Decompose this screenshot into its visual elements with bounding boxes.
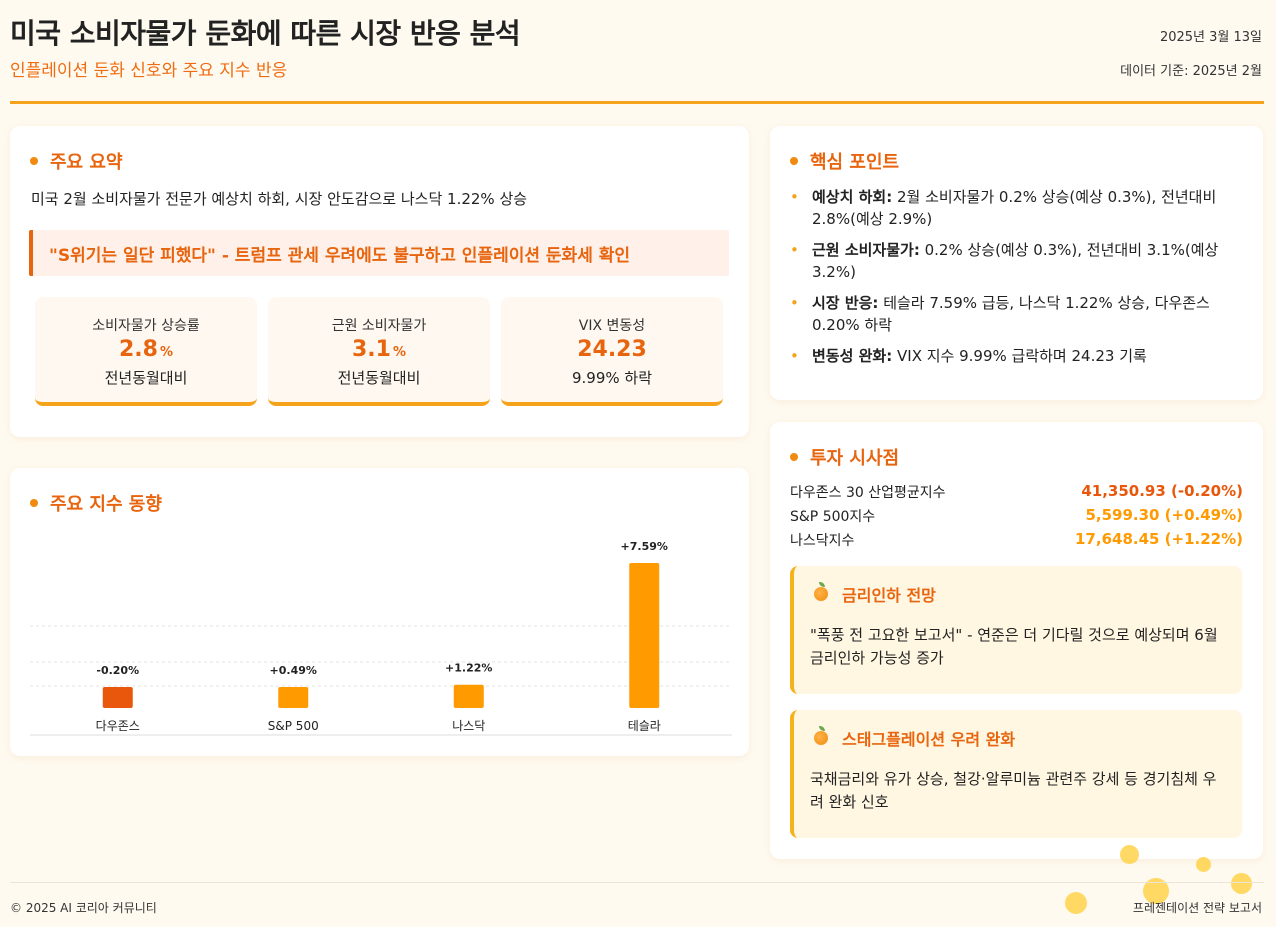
- summary-title: 주요 요약: [30, 148, 123, 174]
- bullet-dot-icon: [790, 453, 798, 461]
- footer-copyright: © 2025 AI 코리아 커뮤니티: [10, 901, 157, 915]
- decor-bubble: [1196, 857, 1211, 872]
- index-value: 41,350.93 (-0.20%): [1081, 482, 1243, 500]
- key-points-card: 핵심 포인트 • 예상치 하회: 2월 소비자물가 0.2% 상승(예상 0.3%…: [770, 126, 1263, 400]
- bullet-icon: •: [790, 294, 799, 312]
- box-text: "폭풍 전 고요한 보고서" - 연준은 더 기다릴 것으로 예상되며 6월 금…: [810, 626, 1218, 667]
- stat-label: VIX 변동성: [578, 318, 646, 334]
- key-point-head: 예상치 하회:: [812, 188, 893, 206]
- index-value: 5,599.30 (+0.49%): [1085, 506, 1243, 524]
- page-subtitle: 인플레이션 둔화 신호와 주요 지수 반응: [10, 61, 288, 81]
- key-point-text: VIX 지수 9.99% 급락하며 24.23 기록: [892, 347, 1147, 365]
- bar-data-label: +1.22%: [445, 662, 492, 675]
- index-name: 나스닥지수: [790, 533, 855, 549]
- bullet-icon: •: [790, 241, 799, 259]
- stat-unit: %: [392, 345, 406, 360]
- summary-title-text: 주요 요약: [50, 152, 123, 173]
- summary-text: 미국 2월 소비자물가 전문가 예상치 하회, 시장 안도감으로 나스닥 1.2…: [31, 190, 528, 208]
- bar-0: [102, 687, 133, 708]
- key-points-title: 핵심 포인트: [790, 148, 899, 174]
- stat-value: 3.1%: [268, 337, 490, 362]
- stat-number: 3.1: [351, 337, 391, 362]
- indices-title-text: 주요 지수 동향: [50, 494, 162, 515]
- stat-card-core-cpi: 근원 소비자물가 3.1% 전년동월대비: [268, 297, 490, 406]
- data-basis: 데이터 기준: 2025년 2월: [1120, 64, 1262, 79]
- investment-title: 투자 시사점: [790, 444, 899, 470]
- box-title: 스태그플레이션 우려 완화: [814, 726, 1015, 750]
- bullet-icon: •: [790, 188, 799, 206]
- stat-sub: 9.99% 하락: [571, 369, 653, 387]
- key-points-list: • 예상치 하회: 2월 소비자물가 0.2% 상승(예상 0.3%), 전년대비…: [790, 186, 1248, 376]
- list-item: • 근원 소비자물가: 0.2% 상승(예상 0.3%), 전년대비 3.1%(예…: [790, 239, 1248, 283]
- list-item: • 예상치 하회: 2월 소비자물가 0.2% 상승(예상 0.3%), 전년대비…: [790, 186, 1248, 230]
- bullet-icon: •: [790, 347, 799, 365]
- list-item: • 변동성 완화: VIX 지수 9.99% 급락하며 24.23 기록: [790, 345, 1248, 367]
- bar-data-label: -0.20%: [96, 664, 139, 677]
- box-title-text: 스태그플레이션 우려 완화: [842, 730, 1016, 749]
- decor-bubble: [1065, 892, 1087, 914]
- stagflation-box: 스태그플레이션 우려 완화 국채금리와 유가 상승, 철강·알루미늄 관련주 강…: [790, 710, 1242, 838]
- bullet-dot-icon: [30, 157, 38, 165]
- bar-2: [453, 684, 484, 708]
- x-tick-label: 나스닥: [452, 719, 485, 733]
- footer-report-name: 프레젠테이션 전략 보고서: [1132, 901, 1262, 915]
- stat-value: 24.23: [501, 337, 723, 362]
- bar-data-label: +7.59%: [621, 540, 668, 553]
- index-bar-chart: -0.20% 다우존스 +0.49% S&P 500 +1.22% 나스닥 +7.59% 테슬…: [30, 540, 732, 736]
- index-name: S&P 500지수: [790, 509, 876, 525]
- indices-title: 주요 지수 동향: [30, 490, 162, 516]
- x-tick-label: 다우존스: [96, 719, 140, 733]
- bar-3: [629, 563, 660, 708]
- index-value: 17,648.45 (+1.22%): [1075, 530, 1243, 548]
- stat-label: 소비자물가 상승률: [92, 318, 200, 334]
- decor-bubble: [1120, 845, 1139, 864]
- bar-1: [278, 687, 309, 708]
- bullet-dot-icon: [30, 499, 38, 507]
- key-points-title-text: 핵심 포인트: [810, 152, 900, 173]
- bar-data-label: +0.49%: [270, 664, 317, 677]
- orange-fruit-icon: [814, 582, 828, 601]
- stat-card-vix: VIX 변동성 24.23 9.99% 하락: [501, 297, 723, 406]
- orange-fruit-icon: [814, 726, 828, 745]
- summary-card: 주요 요약 미국 2월 소비자물가 전문가 예상치 하회, 시장 안도감으로 나…: [10, 126, 749, 437]
- key-point-head: 근원 소비자물가:: [812, 241, 920, 259]
- index-row-nasdaq: 나스닥지수 17,648.45 (+1.22%): [790, 530, 1243, 552]
- stat-value: 2.8%: [35, 337, 257, 362]
- box-title-text: 금리인하 전망: [842, 586, 936, 605]
- rate-cut-box: 금리인하 전망 "폭풍 전 고요한 보고서" - 연준은 더 기다릴 것으로 예…: [790, 566, 1242, 694]
- investment-card: 투자 시사점 다우존스 30 산업평균지수 41,350.93 (-0.20%)…: [770, 422, 1263, 859]
- key-point-head: 시장 반응:: [812, 294, 879, 312]
- bullet-dot-icon: [790, 157, 798, 165]
- index-row-dow: 다우존스 30 산업평균지수 41,350.93 (-0.20%): [790, 482, 1243, 504]
- box-title: 금리인하 전망: [814, 582, 936, 606]
- indices-card: 주요 지수 동향 -0.20% 다우존스 +0.49% S&P 500 +1.22% 나스…: [10, 468, 749, 756]
- page-header: 미국 소비자물가 둔화에 따른 시장 반응 분석 인플레이션 둔화 신호와 주요…: [10, 8, 1264, 104]
- stat-number: 2.8: [118, 337, 158, 362]
- stat-number: 24.23: [577, 337, 647, 362]
- investment-title-text: 투자 시사점: [810, 448, 900, 469]
- box-text: 국채금리와 유가 상승, 철강·알루미늄 관련주 강세 등 경기침체 우려 완화…: [810, 770, 1217, 811]
- page-title: 미국 소비자물가 둔화에 따른 시장 반응 분석: [10, 17, 521, 50]
- stat-label: 근원 소비자물가: [331, 318, 427, 334]
- index-row-sp500: S&P 500지수 5,599.30 (+0.49%): [790, 506, 1243, 528]
- report-date: 2025년 3월 13일: [1159, 30, 1262, 45]
- x-tick-label: S&P 500: [268, 719, 319, 733]
- x-tick-label: 테슬라: [628, 719, 661, 733]
- key-point-head: 변동성 완화:: [812, 347, 893, 365]
- summary-quote: "S위기는 일단 피했다" - 트럼프 관세 우려에도 불구하고 인플레이션 둔…: [29, 230, 729, 276]
- stat-unit: %: [159, 345, 173, 360]
- page-footer: © 2025 AI 코리아 커뮤니티 프레젠테이션 전략 보고서: [10, 882, 1264, 915]
- stat-card-cpi: 소비자물가 상승률 2.8% 전년동월대비: [35, 297, 257, 406]
- list-item: • 시장 반응: 테슬라 7.59% 급등, 나스닥 1.22% 상승, 다우존스…: [790, 292, 1248, 336]
- decor-bubble: [1231, 873, 1252, 894]
- stat-sub: 전년동월대비: [104, 369, 188, 387]
- stat-sub: 전년동월대비: [337, 369, 421, 387]
- index-name: 다우존스 30 산업평균지수: [790, 485, 946, 501]
